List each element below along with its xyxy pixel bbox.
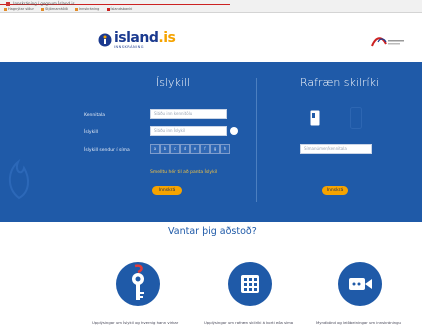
bookmark-icon: [106, 7, 110, 11]
islykill-label: Íslykill: [84, 130, 98, 135]
islykill-login-button[interactable]: Innskrá: [152, 186, 182, 195]
kennitala-input[interactable]: Sláðu inn kennitölu: [150, 109, 227, 119]
mobile-phone-icon: [350, 107, 362, 129]
help-text-video: Myndbönd og leiðbeiningar um innskráning…: [316, 320, 401, 325]
keypad-key[interactable]: a: [150, 144, 160, 154]
islykill-input[interactable]: Sláðu inn Íslykil: [150, 126, 227, 136]
help-item-video[interactable]: [338, 262, 382, 306]
key-icon: [132, 264, 144, 300]
sms-label: Íslykill sendur í síma: [84, 148, 130, 153]
sim-card-icon: [310, 110, 320, 126]
phone-number-input[interactable]: Símanúmer/kennitala: [300, 144, 372, 154]
bookmark-icon: [4, 7, 7, 11]
panel-divider: [256, 78, 257, 202]
flame-watermark-icon: [8, 158, 29, 200]
bookmark-icon: [41, 7, 45, 11]
bookmark-item[interactable]: Hagnýtar síður: [4, 7, 34, 12]
password-keypad: a b c d e f g h: [150, 144, 230, 154]
keypad-key[interactable]: g: [210, 144, 220, 154]
rafraen-title: Rafræn skilríki: [300, 76, 380, 89]
keypad-key[interactable]: b: [160, 144, 170, 154]
keypad-key[interactable]: f: [200, 144, 210, 154]
help-text-rafraen: Upplýsingar um rafræn skilríki á korti e…: [204, 320, 294, 325]
keypad-key[interactable]: h: [220, 144, 230, 154]
kennitala-label: Kennitala: [84, 113, 105, 118]
logo-subtitle: INNSKRÁNING: [114, 45, 144, 49]
help-item-islykill[interactable]: [116, 262, 160, 306]
logo-mark-icon: [98, 33, 112, 47]
favicon-icon: [6, 2, 10, 6]
help-text-islykill: Upplýsingar um Íslykil og hvernig hann v…: [92, 320, 179, 325]
show-password-toggle[interactable]: [230, 127, 238, 135]
browser-tab-title: Innskráning í gegnum Ísland.is: [13, 1, 75, 6]
keypad-key[interactable]: c: [170, 144, 180, 154]
site-header: [0, 14, 422, 62]
islykill-title: Íslykill: [156, 76, 191, 89]
rafraen-login-button[interactable]: Innskrá: [322, 186, 348, 195]
help-item-rafraen[interactable]: [228, 262, 272, 306]
building-icon: [241, 275, 259, 293]
bookmark-item[interactable]: Stjórnarráðið: [41, 7, 68, 12]
logo-text: island.is: [114, 30, 176, 46]
bookmark-item[interactable]: Íslandsbanki: [106, 7, 132, 12]
bookmark-item[interactable]: Innskráning: [74, 7, 99, 12]
bookmarks-bar: Hagnýtar síður Stjórnarráðið Innskráning…: [4, 7, 138, 12]
bookmark-icon: [74, 7, 78, 11]
keypad-key[interactable]: e: [190, 144, 200, 154]
order-islykill-link[interactable]: Smelltu hér til að panta Íslykil: [150, 170, 217, 175]
help-title: Vantar þig aðstoð?: [168, 226, 257, 237]
video-icon: [349, 278, 372, 290]
sponsor-logo-icon: [371, 37, 404, 47]
browser-toolbar: Innskráning í gegnum Ísland.is Hagnýtar …: [0, 0, 422, 13]
keypad-key[interactable]: d: [180, 144, 190, 154]
